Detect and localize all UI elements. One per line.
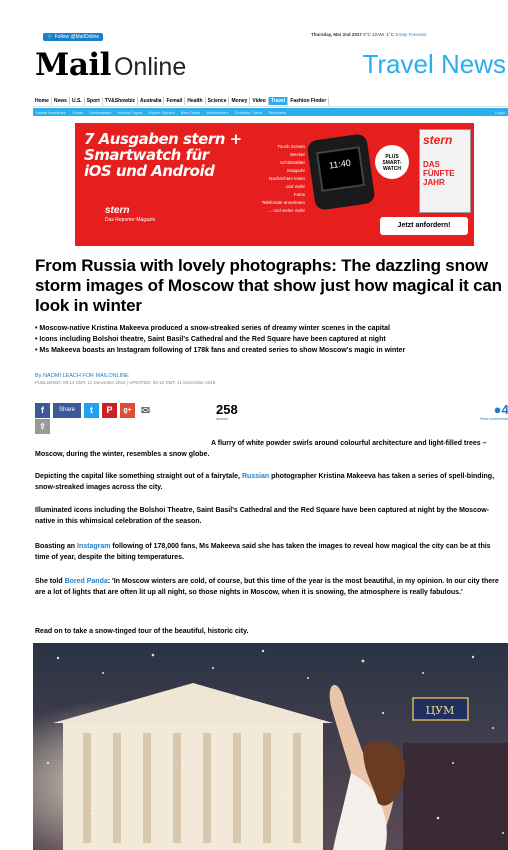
nav-item-fashion-finder[interactable]: Fashion Finder — [288, 96, 330, 105]
subnav-item-expert-opinion[interactable]: Expert Opinion — [145, 110, 177, 115]
nav-item-science[interactable]: Science — [206, 96, 230, 105]
follow-button[interactable]: 🐦 Follow @MailOnline — [43, 33, 104, 41]
subnav-item-celebrity-travel[interactable]: Celebrity Travel — [232, 110, 266, 115]
ad-feature-item: und mehr — [285, 184, 305, 189]
more-share-icon[interactable]: ⇪ — [35, 419, 50, 434]
facebook-share-button[interactable]: Share — [53, 402, 81, 418]
nav-item-femail[interactable]: Femail — [164, 96, 186, 105]
subnav-item-weekenders[interactable]: Weekenders — [203, 110, 231, 115]
forecast-link[interactable]: 5-Day Forecast — [395, 32, 426, 37]
nav-item-australia[interactable]: Australia — [138, 96, 165, 105]
nav-item-sport[interactable]: Sport — [85, 96, 103, 105]
google-plus-icon[interactable]: g+ — [120, 402, 135, 418]
speech-bubble-icon: ● — [493, 402, 502, 417]
article-paragraph: Depicting the capital like something str… — [35, 473, 495, 491]
subnav-item-holiday-types[interactable]: Holiday Types — [114, 110, 145, 115]
ad-feature-item: Fotos — [293, 192, 305, 197]
ad-feature-item: ... und vieles mehr — [268, 208, 305, 213]
ad-feature-item: Stoppuhr — [286, 168, 305, 173]
article-paragraph: Illuminated icons including the Bolshoi … — [35, 507, 490, 525]
twitter-share-icon[interactable]: t — [84, 402, 99, 418]
nav-item-travel[interactable]: Travel — [268, 96, 289, 105]
ad-feature-item: Nachrichten lesen — [268, 176, 305, 181]
plus-smartwatch-badge: PLUS SMART- WATCH — [375, 145, 409, 179]
nav-item-u-s-[interactable]: U.S. — [70, 96, 85, 105]
nav-item-money[interactable]: Money — [229, 96, 251, 105]
ad-brand: stern — [105, 205, 130, 216]
article-headline: From Russia with lovely photographs: The… — [35, 256, 502, 315]
bullet-item: Ms Makeeva boasts an Instagram following… — [35, 345, 508, 356]
nav-item-news[interactable]: News — [52, 96, 70, 105]
russian-link[interactable]: Russian — [242, 473, 269, 480]
subnav-item-destinations[interactable]: Destinations — [86, 110, 114, 115]
article-photo[interactable]: ЦУМ — [33, 643, 508, 850]
ad-cta-button[interactable]: Jetzt anfordern! — [380, 217, 468, 235]
moscow-snow-photo: ЦУМ — [33, 643, 508, 850]
publish-date: PUBLISHED: 09:14 GMT, 11 December 2016 |… — [35, 380, 216, 385]
ad-brand-sub: Das Reporter-Magazin — [105, 217, 156, 223]
subnav-item-latest-headlines[interactable]: Latest Headlines — [33, 110, 69, 115]
share-count: 258 — [216, 402, 238, 417]
shares-label: shares — [216, 416, 229, 421]
section-title: Travel News — [362, 49, 506, 79]
pinterest-icon[interactable]: P — [102, 402, 117, 418]
twitter-icon: 🐦 — [47, 34, 55, 40]
smartwatch-image: 11:40 — [306, 133, 376, 211]
bullet-item: Icons including Bolshoi theatre, Saint B… — [35, 334, 508, 345]
ad-feature-item: Schrittzähler — [279, 160, 305, 165]
magazine-cover: stern DAS FÜNFTE JAHR — [419, 129, 471, 213]
ad-feature-list: Touch Screen Wecker Schrittzähler Stoppuhr N… — [233, 143, 305, 215]
share-bar: f Share t P g+ ✉ ⇪ — [35, 399, 153, 434]
article-paragraph: She told Bored Panda: 'In Moscow winters… — [35, 578, 499, 596]
image-caption: A flurry of white powder swirls around c… — [35, 440, 487, 458]
instagram-link[interactable]: Instagram — [77, 543, 110, 550]
view-comments-link[interactable]: View comments — [480, 416, 508, 421]
email-icon[interactable]: ✉ — [138, 402, 153, 418]
ad-headline: 7 Ausgaben stern + Smartwatch für iOS un… — [84, 130, 242, 180]
article-paragraph: Read on to take a snow-tinged tour of th… — [35, 628, 249, 635]
ad-feature-item: Telefonate annehmen — [261, 200, 305, 205]
sub-nav: Latest Headlines Cruise Destinations Holida… — [33, 108, 508, 116]
ad-feature-item: Touch Screen — [277, 144, 305, 149]
mailonline-logo[interactable]: Mail Online — [35, 47, 186, 83]
dateline: Thursday, Mar 2nd 2017 6°C 12AM -1°C 5-D… — [311, 32, 427, 37]
article-paragraph: Boasting an Instagram following of 178,0… — [35, 543, 491, 561]
login-link[interactable]: Login — [492, 110, 508, 115]
byline[interactable]: By NAOMI LEACH FOR MAILONLINE — [35, 373, 129, 379]
nav-item-home[interactable]: Home — [33, 96, 52, 105]
bullet-item: Moscow-native Kristina Makeeva produced … — [35, 323, 508, 334]
bored-panda-link[interactable]: Bored Panda — [65, 578, 108, 585]
nav-item-tv-showbiz[interactable]: TV&Showbiz — [103, 96, 139, 105]
article-bullets: Moscow-native Kristina Makeeva produced … — [35, 323, 508, 356]
subnav-item-best-deals[interactable]: Best Deals — [178, 110, 203, 115]
comment-count[interactable]: ●46 — [494, 402, 508, 417]
ad-feature-item: Wecker — [289, 152, 305, 157]
subnav-item-discounts[interactable]: Discounts — [265, 110, 289, 115]
nav-item-video[interactable]: Video — [250, 96, 269, 105]
facebook-icon[interactable]: f — [35, 402, 50, 418]
nav-item-health[interactable]: Health — [185, 96, 206, 105]
watch-face: 11:40 — [316, 146, 366, 192]
subnav-item-cruise[interactable]: Cruise — [69, 110, 87, 115]
advertisement-banner[interactable]: 7 Ausgaben stern + Smartwatch für iOS un… — [75, 123, 474, 246]
main-nav: Home News U.S. Sport TV&Showbiz Australia Fema… — [33, 95, 508, 107]
tsum-sign: ЦУМ — [426, 704, 455, 717]
